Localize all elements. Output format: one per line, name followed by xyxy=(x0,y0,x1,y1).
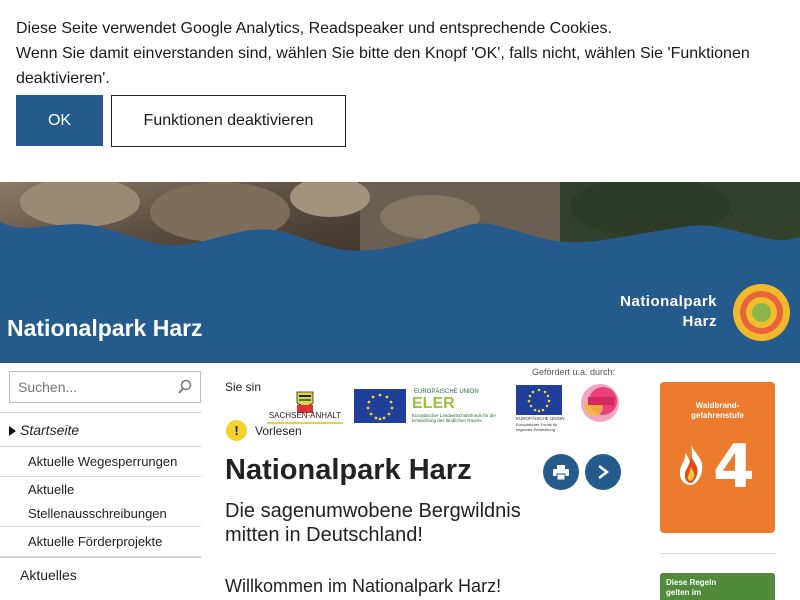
header-landscape-image xyxy=(0,182,800,272)
right-column: Waldbrand- gefahrenstufe 4 Diese Regeln … xyxy=(641,363,800,600)
fire-danger-box[interactable]: Waldbrand- gefahrenstufe 4 xyxy=(660,382,775,533)
flame-icon xyxy=(679,445,703,485)
sponsor-label: Gefördert u.a. durch: xyxy=(532,367,616,377)
sidebar-item-label: Startseite xyxy=(20,421,80,438)
rules-teaser-text: Diese Regeln gelten im xyxy=(666,578,717,597)
cookie-text-line2: Wenn Sie damit einverstanden sind, wähle… xyxy=(16,45,750,87)
efre-logo[interactable]: EUROPÄISCHE UNION Europäischer Fonds für… xyxy=(516,385,566,435)
page-subtitle: Die sagenumwobene Bergwildnis mitten in … xyxy=(225,500,521,546)
print-icon xyxy=(553,464,569,480)
arrow-right-icon xyxy=(9,426,16,436)
eler-big-label: ELER xyxy=(412,395,455,412)
eler-logo[interactable]: EUROPÄISCHE UNION ELER Europäischer Land… xyxy=(354,389,509,425)
sidebar-item-foerderprojekte[interactable]: Aktuelle Förderprojekte xyxy=(0,527,201,557)
page-title: Nationalpark Harz xyxy=(225,454,472,486)
deactivate-functions-button[interactable]: Funktionen deaktivieren xyxy=(111,95,346,147)
readspeaker-icon[interactable]: ! xyxy=(226,420,247,441)
niedersachsen-logo[interactable] xyxy=(578,383,622,423)
search-input[interactable] xyxy=(10,372,170,402)
sidebar-item-wegesperrungen[interactable]: Aktuelle Wegesperrungen xyxy=(0,447,201,477)
site-header: Nationalpark Harz Nationalpark Harz xyxy=(0,182,800,363)
efre-eu-label: EUROPÄISCHE UNION xyxy=(516,416,565,421)
welcome-heading: Willkommen im Nationalpark Harz! xyxy=(225,576,502,596)
eler-description: Europäischer Landwirtschaftsfonds für di… xyxy=(412,413,496,423)
divider xyxy=(660,553,775,554)
nationalpark-logo-icon[interactable] xyxy=(733,284,790,341)
share-button[interactable] xyxy=(585,454,621,490)
search-icon[interactable] xyxy=(177,379,193,395)
sachsen-anhalt-label: SACHSEN-ANHALT xyxy=(268,411,342,420)
sidebar: Startseite Aktuelle Wegesperrungen Aktue… xyxy=(0,363,201,600)
site-title[interactable]: Nationalpark Harz xyxy=(7,315,203,342)
cookie-buttons: OK Funktionen deaktivieren xyxy=(16,95,784,147)
efre-description: Europäischer Fonds für regionale Entwick… xyxy=(516,422,558,432)
ok-button[interactable]: OK xyxy=(16,95,103,146)
share-arrow-icon xyxy=(598,465,610,479)
fire-danger-title: Waldbrand- gefahrenstufe xyxy=(691,401,744,420)
partial-text: Sie sin xyxy=(225,380,262,394)
search-box xyxy=(9,371,201,403)
sidebar-item-startseite[interactable]: Startseite xyxy=(0,412,201,447)
print-button[interactable] xyxy=(543,454,579,490)
logo-text[interactable]: Nationalpark Harz xyxy=(600,292,717,332)
sidebar-item-aktuelles[interactable]: Aktuelles xyxy=(0,557,201,592)
main-content: Sie sin Gefördert u.a. durch: SACHSEN-AN… xyxy=(201,363,641,600)
sidebar-nav: Startseite Aktuelle Wegesperrungen Aktue… xyxy=(0,412,201,592)
cookie-banner: Diese Seite verwendet Google Analytics, … xyxy=(0,0,800,182)
rules-teaser[interactable]: Diese Regeln gelten im xyxy=(660,573,775,600)
fire-danger-level: 4 xyxy=(713,432,755,502)
readspeaker-label[interactable]: Vorlesen xyxy=(255,424,302,438)
cookie-text-line1: Diese Seite verwendet Google Analytics, … xyxy=(16,20,612,37)
readspeaker[interactable]: ! Vorlesen xyxy=(226,420,302,441)
sidebar-item-stellenausschreibungen[interactable]: Aktuelle Stellenausschreibungen xyxy=(0,477,201,527)
